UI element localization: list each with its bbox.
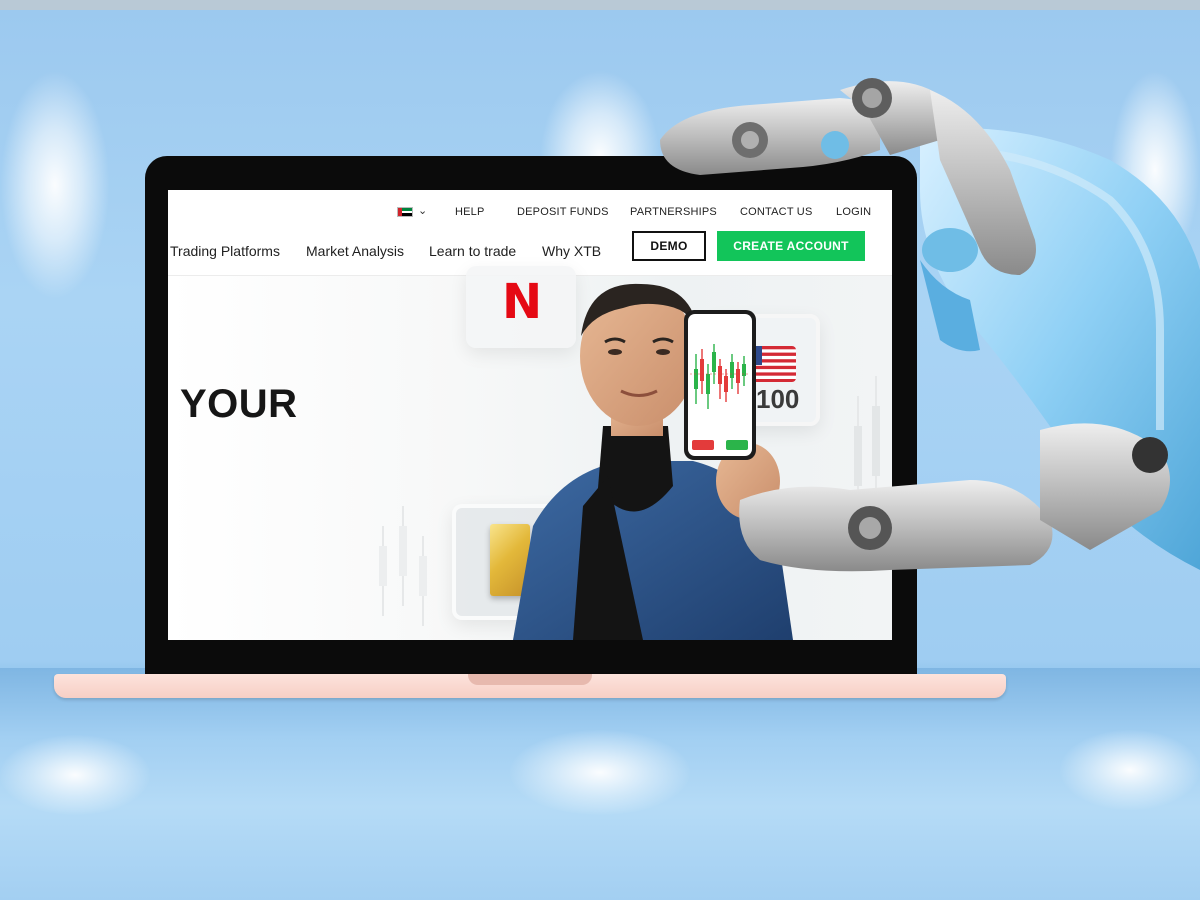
floor-light [510, 730, 690, 815]
hero-headline: YOUR [180, 382, 298, 426]
ae-flag-icon[interactable] [397, 207, 413, 217]
laptop-notch [468, 674, 592, 685]
nav-why-xtb[interactable]: Why XTB [542, 243, 601, 259]
nav-learn-to-trade[interactable]: Learn to trade [429, 243, 516, 259]
deposit-funds-link[interactable]: DEPOSIT FUNDS [517, 206, 609, 218]
nav-market-analysis[interactable]: Market Analysis [306, 243, 404, 259]
chevron-down-icon[interactable]: ⌄ [418, 204, 427, 217]
nav-trading-platforms[interactable]: Trading Platforms [170, 243, 280, 259]
help-link[interactable]: HELP [455, 206, 485, 218]
floor-light [0, 735, 150, 815]
floor-light [1060, 730, 1200, 810]
ceiling-light [0, 70, 110, 300]
robot-hand-image [660, 78, 1200, 572]
